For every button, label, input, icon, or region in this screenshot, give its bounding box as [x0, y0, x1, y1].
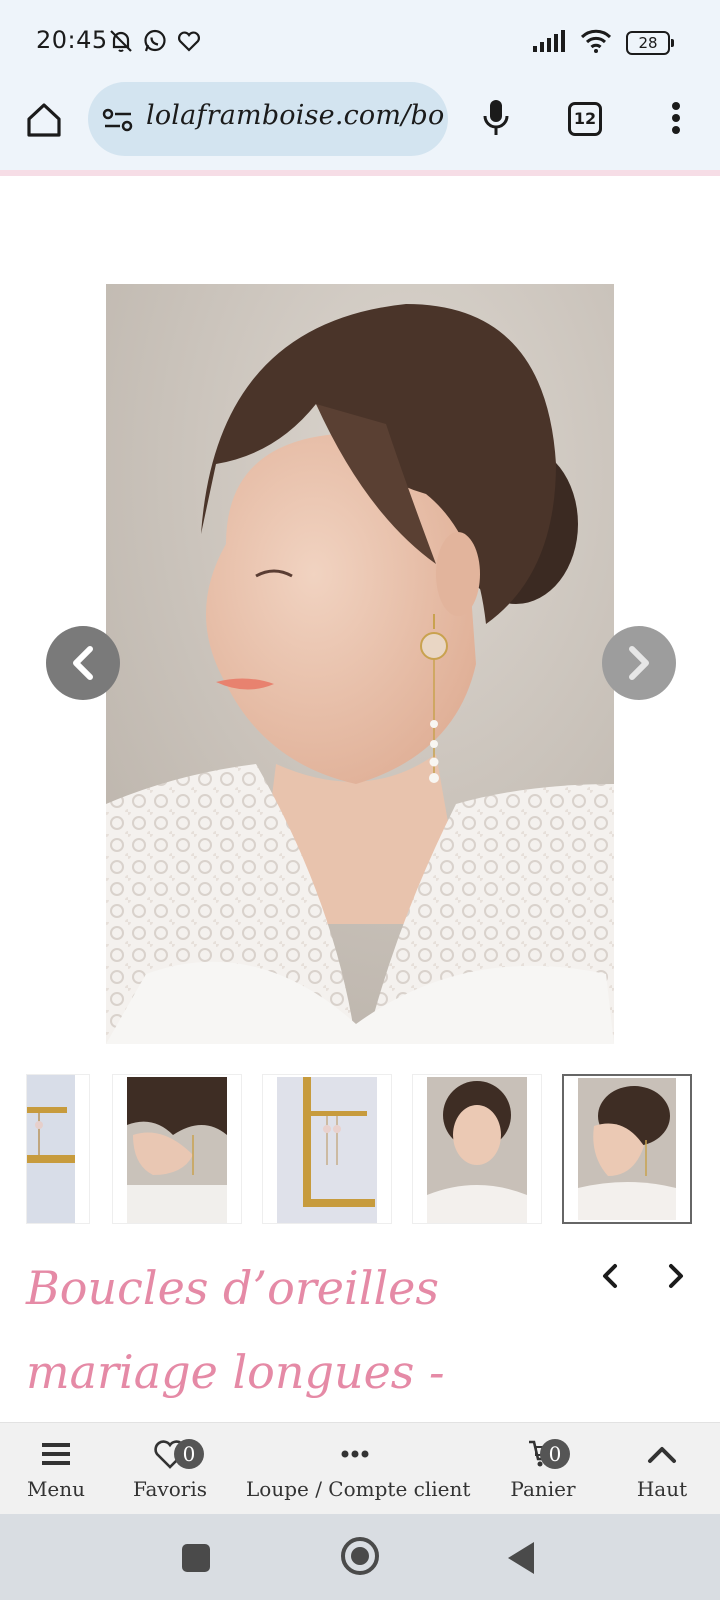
status-icons-left: [108, 28, 202, 58]
site-settings-icon[interactable]: [102, 106, 134, 138]
chevron-left-icon: [603, 1264, 617, 1288]
chevron-left-icon: [73, 646, 93, 680]
menu-button[interactable]: Menu: [26, 1437, 86, 1501]
bottom-toolbar: Menu 0 Favoris Loupe / Compte client 0 P…: [0, 1422, 720, 1514]
panier-button[interactable]: 0 Panier: [510, 1437, 576, 1501]
product-prev-button[interactable]: [592, 1258, 628, 1294]
chevron-up-icon: [648, 1447, 676, 1463]
home-nav-button[interactable]: [341, 1537, 379, 1575]
favoris-label: Favoris: [132, 1477, 207, 1501]
recents-button[interactable]: [182, 1544, 210, 1572]
status-icons-right: 28: [532, 28, 674, 58]
chevron-right-icon: [669, 1264, 683, 1288]
address-bar[interactable]: lolaframboise.com/bo: [88, 82, 448, 156]
thumbnail-1[interactable]: [26, 1074, 90, 1224]
notifications-off-icon: [108, 28, 134, 58]
gallery-prev-button[interactable]: [46, 626, 120, 700]
home-icon: [27, 103, 61, 137]
signal-icon: [532, 29, 566, 57]
panier-label: Panier: [510, 1477, 576, 1501]
wifi-icon: [580, 28, 612, 58]
header-divider: [0, 170, 720, 176]
tabs-button[interactable]: 12: [568, 102, 602, 136]
product-next-button[interactable]: [658, 1258, 694, 1294]
home-button[interactable]: [22, 98, 66, 142]
haut-button[interactable]: Haut: [634, 1437, 690, 1501]
product-title-line-2: mariage longues -: [26, 1345, 445, 1399]
more-horiz-icon: [341, 1450, 369, 1458]
url-text[interactable]: lolaframboise.com/bo: [146, 100, 444, 131]
system-nav-bar: [0, 1514, 720, 1600]
chevron-right-icon: [629, 646, 649, 680]
more-menu-button[interactable]: [656, 96, 696, 140]
more-vert-icon: [672, 102, 680, 134]
loupe-compte-button[interactable]: Loupe / Compte client: [246, 1437, 471, 1501]
favoris-count-badge: 0: [174, 1439, 204, 1469]
haut-label: Haut: [636, 1477, 688, 1501]
loupe-compte-label: Loupe / Compte client: [246, 1477, 471, 1501]
whatsapp-icon: [142, 28, 168, 58]
gallery-next-button[interactable]: [602, 626, 676, 700]
product-title-line-1: Boucles d’oreilles: [26, 1261, 439, 1315]
heart-icon: [176, 28, 202, 58]
product-title: Boucles d’oreilles mariage longues -: [26, 1246, 586, 1414]
thumbnail-2[interactable]: [112, 1074, 242, 1224]
back-button[interactable]: [508, 1542, 534, 1574]
status-time: 20:45: [36, 26, 108, 54]
status-bar: 20:45 28: [0, 0, 720, 80]
battery-icon: 28: [626, 31, 674, 55]
voice-search-button[interactable]: [474, 96, 518, 140]
thumbnail-4[interactable]: [412, 1074, 542, 1224]
main-product-image[interactable]: [106, 284, 614, 1044]
product-nav: [592, 1258, 694, 1294]
menu-label: Menu: [26, 1477, 86, 1501]
thumbnail-5-selected[interactable]: [562, 1074, 692, 1224]
mic-icon: [483, 100, 509, 135]
panier-count-badge: 0: [540, 1439, 570, 1469]
browser-toolbar: lolaframboise.com/bo 12: [0, 80, 720, 172]
hamburger-icon: [42, 1443, 70, 1465]
favoris-button[interactable]: 0 Favoris: [132, 1437, 208, 1501]
thumbnail-3[interactable]: [262, 1074, 392, 1224]
